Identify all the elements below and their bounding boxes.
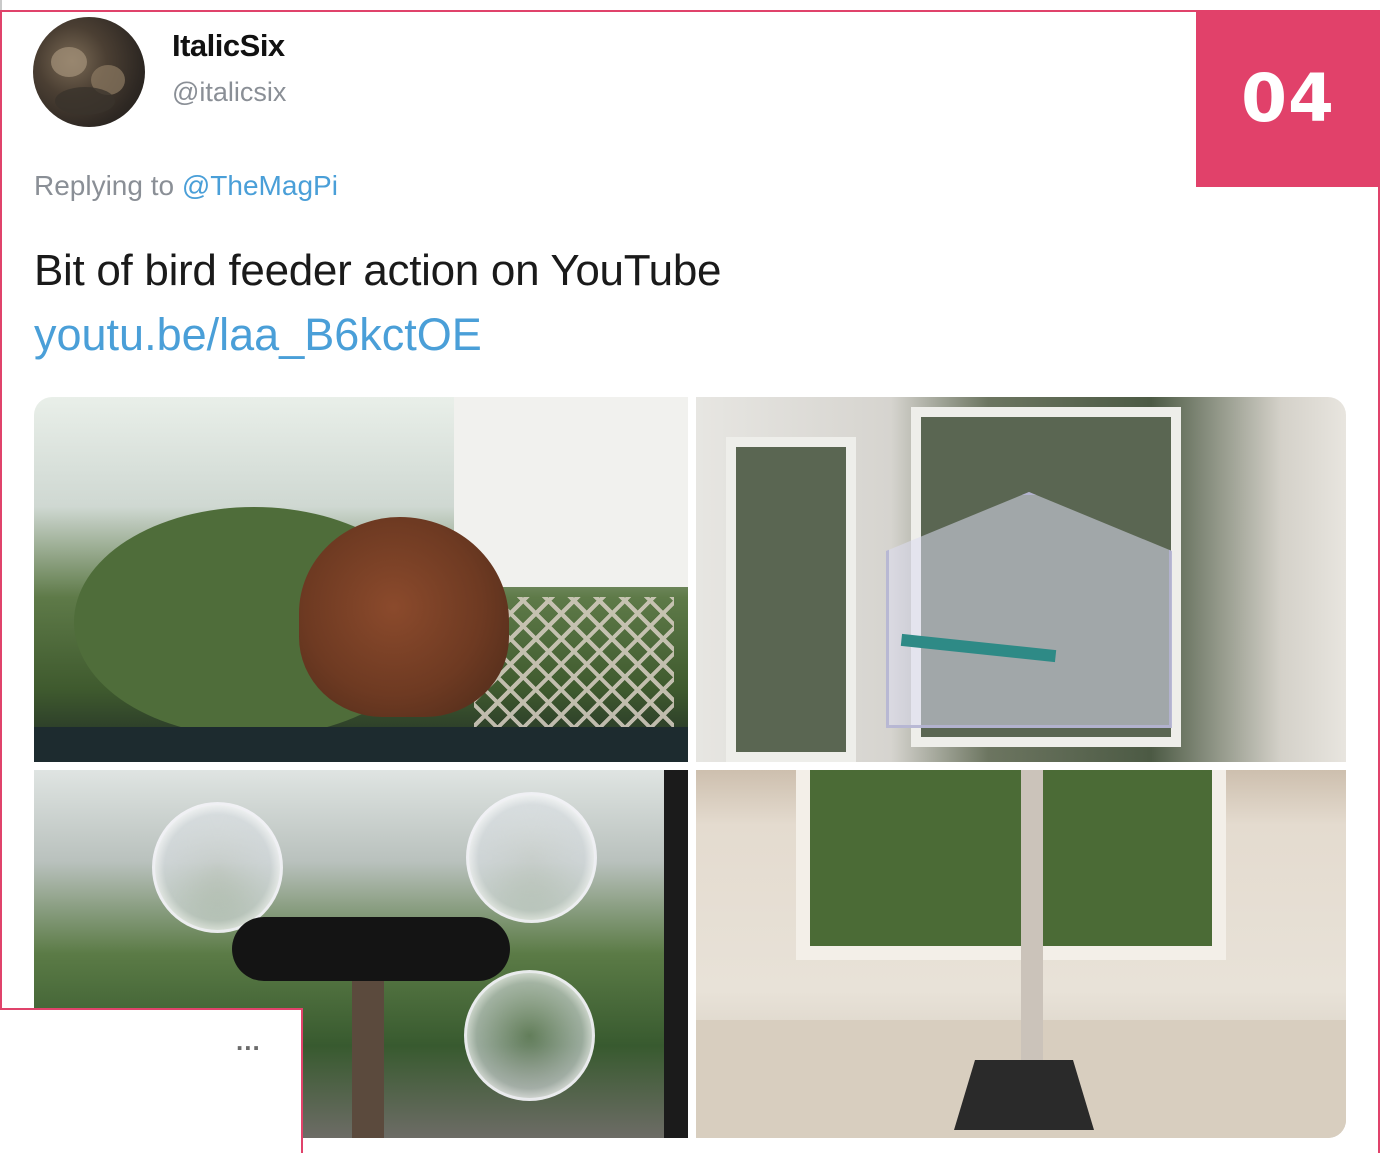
- photo-detail: [796, 770, 1226, 960]
- photo-detail: [726, 437, 856, 762]
- avatar-detail: [55, 87, 115, 115]
- photo-detail: [464, 970, 595, 1101]
- photo-feeder-stand[interactable]: [696, 770, 1346, 1138]
- youtube-link[interactable]: youtu.be/laa_B6kctOE: [34, 309, 482, 361]
- photo-detail: [664, 770, 688, 1138]
- photo-robin[interactable]: [34, 397, 688, 762]
- display-name[interactable]: ItalicSix: [172, 28, 285, 64]
- replying-prefix: Replying to: [34, 170, 182, 201]
- photo-detail: [454, 397, 688, 587]
- photo-detail: [232, 917, 510, 981]
- photo-detail: [352, 981, 384, 1138]
- replying-to-line: Replying to @TheMagPi: [34, 170, 338, 202]
- photo-detail: [1021, 770, 1043, 1070]
- more-dots-icon[interactable]: ...: [236, 1026, 261, 1057]
- number-badge: 04: [1196, 10, 1380, 187]
- photo-detail: [466, 792, 597, 923]
- tweet-text: Bit of bird feeder action on YouTube: [34, 246, 722, 295]
- photo-detail: [34, 727, 688, 762]
- user-handle[interactable]: @italicsix: [172, 77, 286, 108]
- replying-to-link[interactable]: @TheMagPi: [182, 170, 338, 201]
- photo-window-feeder[interactable]: [696, 397, 1346, 762]
- photo-detail: [152, 802, 283, 933]
- photo-detail: [299, 517, 509, 717]
- photo-detail: [954, 1060, 1094, 1130]
- avatar[interactable]: [33, 17, 145, 127]
- avatar-detail: [51, 47, 87, 77]
